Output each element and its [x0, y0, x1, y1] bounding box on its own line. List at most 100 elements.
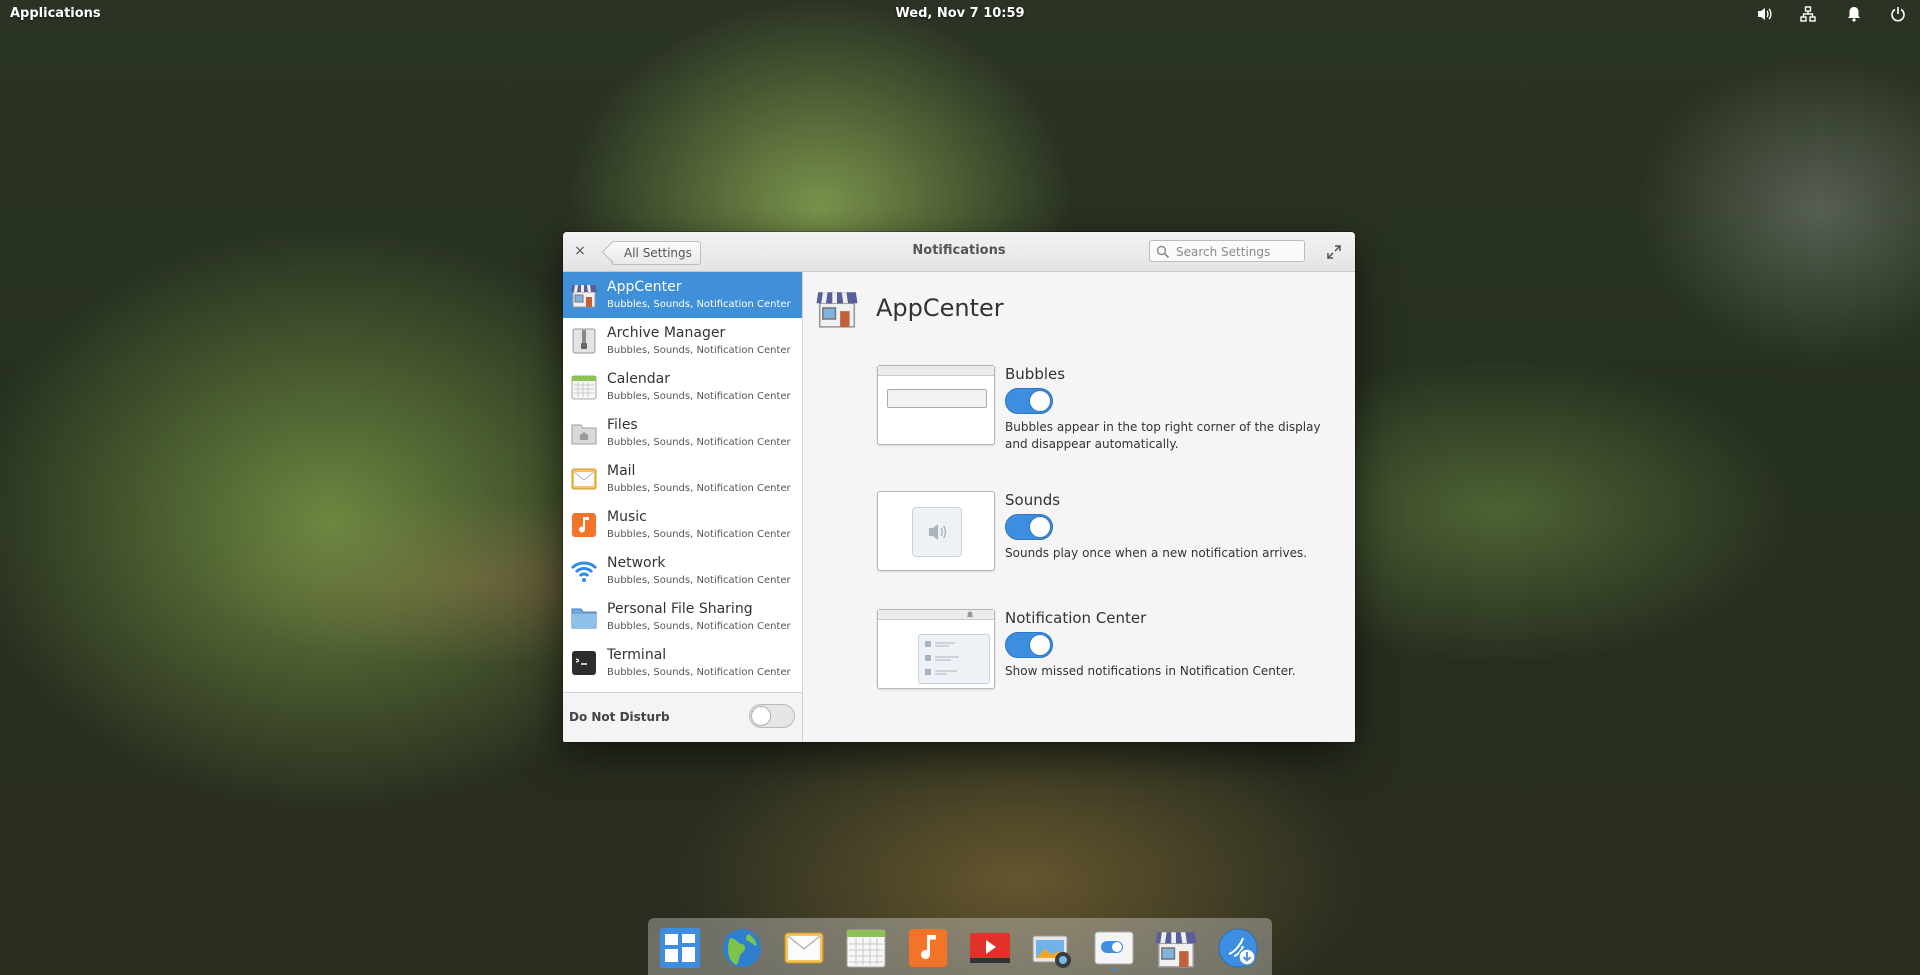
- dock-music[interactable]: [906, 926, 950, 970]
- sidebar-item-music[interactable]: Music Bubbles, Sounds, Notification Cent…: [563, 502, 802, 548]
- appcenter-icon: [816, 292, 858, 328]
- archive-manager-icon: [572, 328, 596, 354]
- mail-icon: [571, 468, 597, 490]
- files-icon: [571, 424, 597, 445]
- power-icon[interactable]: [1888, 5, 1908, 23]
- terminal-icon: [572, 651, 596, 675]
- file-sharing-icon: [571, 608, 597, 629]
- music-icon: [572, 513, 596, 537]
- mail-icon: [784, 932, 824, 964]
- option-description: Sounds play once when a new notification…: [1005, 546, 1308, 560]
- sidebar-item-network[interactable]: Network Bubbles, Sounds, Notification Ce…: [563, 548, 802, 594]
- sidebar-item-desc: Bubbles, Sounds, Notification Center: [607, 483, 791, 494]
- do-not-disturb-row: Do Not Disturb: [563, 692, 802, 742]
- sidebar-item-name: Files: [607, 417, 638, 433]
- appcenter-icon: [1155, 932, 1197, 968]
- option-description: Bubbles appear in the top right corner o…: [1005, 420, 1321, 451]
- preview-bar: [878, 366, 994, 376]
- sidebar-item-appcenter[interactable]: AppCenter Bubbles, Sounds, Notification …: [563, 272, 802, 318]
- bubbles-option: Bubbles Bubbles appear in the top right …: [877, 365, 1337, 455]
- multitasking-view-icon: [660, 928, 700, 968]
- installer-icon: [1218, 928, 1258, 968]
- search-field[interactable]: [1149, 240, 1305, 262]
- dock-mail[interactable]: [782, 926, 826, 970]
- option-description: Show missed notifications in Notificatio…: [1005, 664, 1296, 678]
- sidebar-item-desc: Bubbles, Sounds, Notification Center: [607, 667, 791, 678]
- sounds-preview: [877, 491, 995, 571]
- window-titlebar[interactable]: × All Settings Notifications: [563, 232, 1355, 272]
- search-icon: [1156, 245, 1170, 259]
- close-button[interactable]: ×: [571, 242, 589, 260]
- dock-appcenter[interactable]: [1154, 926, 1198, 970]
- sidebar-item-desc: Bubbles, Sounds, Notification Center: [607, 575, 791, 586]
- notifications-icon[interactable]: [1844, 5, 1864, 23]
- sidebar-item-desc: Bubbles, Sounds, Notification Center: [607, 437, 791, 448]
- sidebar-item-desc: Bubbles, Sounds, Notification Center: [607, 621, 791, 632]
- notification-center-option: Notification Center Show missed notifica…: [877, 609, 1337, 699]
- network-wifi-icon: [570, 561, 598, 582]
- notification-center-switch[interactable]: [1005, 632, 1053, 658]
- sidebar-item-files[interactable]: Files Bubbles, Sounds, Notification Cent…: [563, 410, 802, 456]
- list-lines-icon: [925, 641, 959, 675]
- panel-clock[interactable]: Wed, Nov 7 10:59: [0, 6, 1920, 21]
- app-list-sidebar: AppCenter Bubbles, Sounds, Notification …: [563, 272, 803, 742]
- volume-icon[interactable]: [1755, 5, 1775, 23]
- notification-center-preview: [877, 609, 995, 689]
- notification-list-graphic: [918, 634, 990, 684]
- calendar-icon: [571, 375, 597, 400]
- dock-photos[interactable]: [1030, 926, 1074, 970]
- speaker-icon: [929, 524, 947, 540]
- switch-knob: [751, 706, 771, 726]
- videos-icon: [970, 933, 1010, 963]
- maximize-button[interactable]: [1325, 243, 1343, 261]
- sidebar-item-name: Music: [607, 509, 647, 525]
- sidebar-item-calendar[interactable]: Calendar Bubbles, Sounds, Notification C…: [563, 364, 802, 410]
- option-title: Sounds: [1005, 491, 1061, 509]
- bell-icon: [966, 611, 974, 618]
- network-icon[interactable]: [1798, 5, 1818, 23]
- sidebar-item-archive-manager[interactable]: Archive Manager Bubbles, Sounds, Notific…: [563, 318, 802, 364]
- sidebar-item-desc: Bubbles, Sounds, Notification Center: [607, 299, 791, 310]
- switch-knob: [1029, 634, 1051, 656]
- sidebar-item-name: Calendar: [607, 371, 670, 387]
- sidebar-item-name: Archive Manager: [607, 325, 726, 341]
- dock-installer[interactable]: [1216, 926, 1260, 970]
- sidebar-item-desc: Bubbles, Sounds, Notification Center: [607, 529, 791, 540]
- calendar-icon: [846, 929, 886, 968]
- dock-calendar[interactable]: [844, 926, 888, 970]
- option-title: Bubbles: [1005, 365, 1066, 383]
- sidebar-item-personal-file-sharing[interactable]: Personal File Sharing Bubbles, Sounds, N…: [563, 594, 802, 640]
- sidebar-item-name: Personal File Sharing: [607, 601, 753, 617]
- switch-knob: [1029, 390, 1051, 412]
- bubbles-switch[interactable]: [1005, 388, 1053, 414]
- dock-videos[interactable]: [968, 926, 1012, 970]
- switch-knob: [1029, 516, 1051, 538]
- dock-web-browser[interactable]: [720, 926, 764, 970]
- sidebar-item-name: AppCenter: [607, 279, 682, 295]
- sounds-switch[interactable]: [1005, 514, 1053, 540]
- app-settings-panel: AppCenter Bubbles Bubbles appear in the …: [803, 272, 1355, 742]
- sidebar-item-name: Terminal: [607, 647, 667, 663]
- bubbles-preview: [877, 365, 995, 445]
- web-browser-icon: [723, 929, 761, 967]
- sidebar-item-desc: Bubbles, Sounds, Notification Center: [607, 391, 791, 402]
- sidebar-item-terminal[interactable]: Terminal Bubbles, Sounds, Notification C…: [563, 640, 802, 686]
- photos-icon: [1032, 935, 1071, 968]
- appcenter-icon: [571, 285, 597, 308]
- do-not-disturb-switch[interactable]: [749, 704, 795, 728]
- all-settings-button[interactable]: All Settings: [611, 241, 701, 265]
- dock-system-settings[interactable]: [1092, 926, 1136, 972]
- music-icon: [909, 929, 947, 967]
- do-not-disturb-label: Do Not Disturb: [569, 710, 670, 724]
- dock: [648, 918, 1272, 975]
- page-title: AppCenter: [876, 294, 1004, 322]
- sidebar-item-desc: Bubbles, Sounds, Notification Center: [607, 345, 791, 356]
- search-input[interactable]: [1174, 243, 1302, 261]
- preview-bar: [878, 610, 994, 620]
- system-settings-icon: [1094, 931, 1134, 972]
- sounds-option: Sounds Sounds play once when a new notif…: [877, 491, 1337, 581]
- dock-multitasking-view[interactable]: [658, 926, 702, 970]
- speaker-box: [912, 507, 962, 557]
- sidebar-item-mail[interactable]: Mail Bubbles, Sounds, Notification Cente…: [563, 456, 802, 502]
- bubble-graphic: [887, 389, 987, 408]
